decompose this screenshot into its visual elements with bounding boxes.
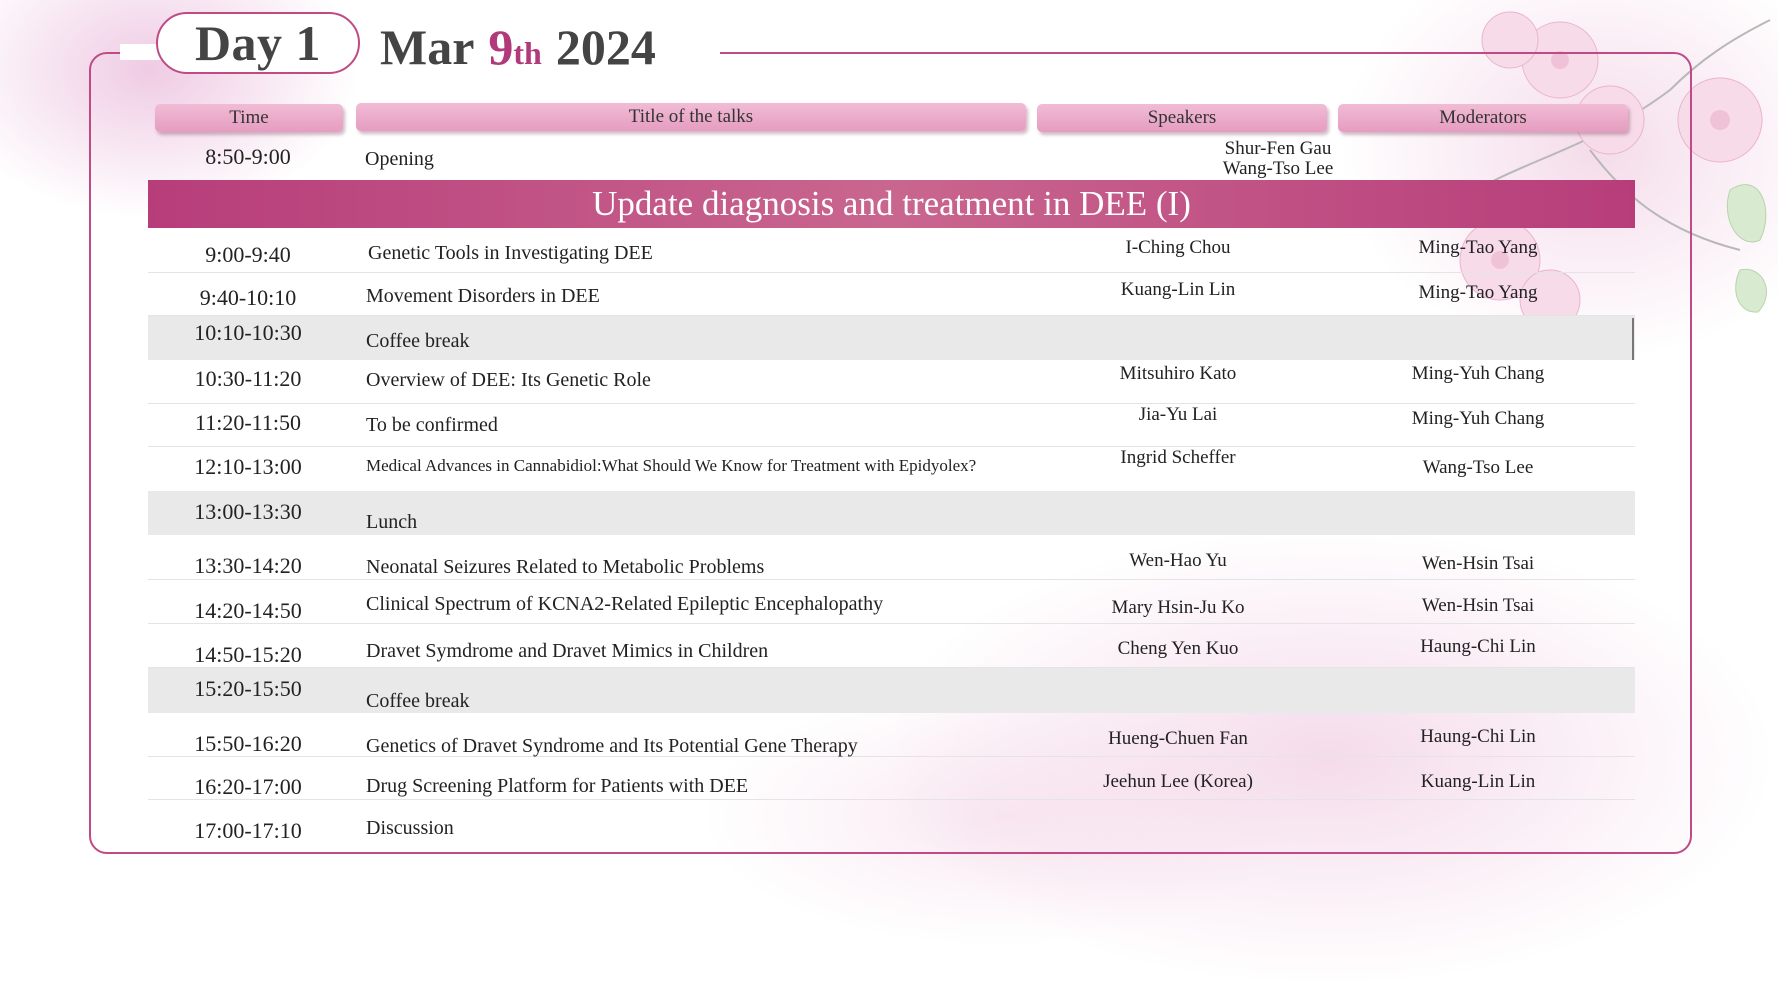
column-header-moderators: Moderators (1338, 104, 1628, 132)
schedule-row: 14:20-14:50 Clinical Spectrum of KCNA2-R… (148, 580, 1635, 624)
row-time: 10:30-11:20 (194, 366, 302, 391)
row-time: 17:00-17:10 (194, 818, 302, 843)
row-title: Medical Advances in Cannabidiol:What Sho… (366, 456, 977, 475)
opening-moderator-1: Shur-Fen Gau (1224, 138, 1332, 159)
date-year: 2024 (555, 19, 656, 75)
schedule-row-break: 13:00-13:30 Lunch (148, 491, 1635, 535)
row-time: 14:50-15:20 (194, 642, 302, 667)
row-title: Coffee break (366, 690, 470, 712)
row-speaker: Kuang-Lin Lin (1120, 279, 1236, 300)
schedule-row: 12:10-13:00 Medical Advances in Cannabid… (148, 447, 1635, 489)
row-speaker: Jeehun Lee (Korea) (1103, 771, 1253, 792)
row-title: Genetics of Dravet Syndrome and Its Pote… (366, 735, 858, 757)
row-time: 12:10-13:00 (194, 454, 302, 479)
row-time: 15:50-16:20 (194, 731, 302, 756)
schedule-row: 13:30-14:20 Neonatal Seizures Related to… (148, 536, 1635, 580)
schedule-row: 10:30-11:20 Overview of DEE: Its Genetic… (148, 361, 1635, 404)
schedule-row: 9:00-9:40 Genetic Tools in Investigating… (148, 230, 1635, 273)
row-moderator: Ming-Tao Yang (1418, 237, 1538, 258)
column-header-speakers: Speakers (1037, 104, 1327, 132)
row-speaker: I-Ching Chou (1125, 237, 1231, 258)
row-title: Movement Disorders in DEE (366, 285, 600, 307)
row-moderator: Ming-Tao Yang (1418, 282, 1538, 303)
row-title: Opening (365, 148, 434, 170)
row-speaker: Mitsuhiro Kato (1119, 363, 1237, 384)
row-title: Neonatal Seizures Related to Metabolic P… (366, 556, 765, 578)
day-badge: Day 1 (156, 12, 360, 74)
row-speaker: Jia-Yu Lai (1138, 404, 1218, 425)
schedule-row: 9:40-10:10 Movement Disorders in DEE Kua… (148, 273, 1635, 316)
section-banner: Update diagnosis and treatment in DEE (I… (148, 180, 1635, 228)
schedule-row: 15:50-16:20 Genetics of Dravet Syndrome … (148, 714, 1635, 757)
opening-moderator-2: Wang-Tso Lee (1222, 158, 1334, 179)
row-time: 16:20-17:00 (194, 774, 302, 799)
row-time: 8:50-9:00 (205, 144, 291, 169)
schedule-row: 11:20-11:50 To be confirmed Jia-Yu Lai M… (148, 404, 1635, 447)
row-speaker: Mary Hsin-Ju Ko (1111, 597, 1245, 618)
row-title: Overview of DEE: Its Genetic Role (366, 369, 651, 391)
date-month: Mar (380, 19, 475, 75)
row-moderator: Ming-Yuh Chang (1411, 363, 1545, 384)
row-time: 11:20-11:50 (195, 410, 301, 435)
row-time: 15:20-15:50 (194, 676, 302, 701)
schedule-row-break: 15:20-15:50 Coffee break (148, 668, 1635, 713)
day-label: Day 1 (194, 15, 322, 71)
row-moderator: Haung-Chi Lin (1420, 636, 1536, 657)
schedule-row: 17:00-17:10 Discussion (148, 800, 1635, 846)
row-moderator: Kuang-Lin Lin (1420, 771, 1536, 792)
row-moderator: Wang-Tso Lee (1422, 457, 1534, 478)
row-speaker: Cheng Yen Kuo (1117, 638, 1239, 659)
date-day: 9 (488, 19, 514, 75)
date-day-suffix: th (513, 35, 542, 71)
row-title: Coffee break (366, 330, 470, 352)
schedule-row: 16:20-17:00 Drug Screening Platform for … (148, 757, 1635, 800)
row-time: 9:40-10:10 (199, 285, 297, 310)
row-time: 14:20-14:50 (194, 598, 302, 623)
row-title: Genetic Tools in Investigating DEE (368, 242, 653, 264)
row-time: 13:30-14:20 (194, 553, 302, 578)
row-title: Lunch (366, 511, 418, 533)
date-title: Mar 9th 2024 (380, 18, 656, 78)
row-time: 9:00-9:40 (205, 242, 291, 267)
row-title: Clinical Spectrum of KCNA2-Related Epile… (366, 593, 884, 615)
row-moderator: Ming-Yuh Chang (1411, 408, 1545, 429)
row-moderator: Wen-Hsin Tsai (1421, 553, 1535, 574)
row-speaker: Wen-Hao Yu (1129, 550, 1227, 571)
row-time: 13:00-13:30 (194, 499, 302, 524)
row-moderator: Haung-Chi Lin (1420, 726, 1536, 747)
row-title: Drug Screening Platform for Patients wit… (366, 775, 749, 797)
schedule-row-break: 10:10-10:30 Coffee break (148, 316, 1635, 360)
row-title: Discussion (366, 817, 454, 839)
schedule-row-opening: 8:50-9:00 Opening Shur-Fen Gau Wang-Tso … (148, 138, 1635, 180)
row-time: 10:10-10:30 (194, 320, 302, 345)
row-speaker: Ingrid Scheffer (1120, 447, 1236, 468)
row-speaker: Hueng-Chuen Fan (1108, 728, 1248, 749)
row-moderator: Wen-Hsin Tsai (1421, 595, 1535, 616)
row-title: To be confirmed (366, 414, 498, 436)
column-header-time: Time (155, 104, 343, 132)
schedule-row: 14:50-15:20 Dravet Symdrome and Dravet M… (148, 624, 1635, 668)
row-title: Dravet Symdrome and Dravet Mimics in Chi… (366, 640, 769, 662)
column-header-title: Title of the talks (356, 103, 1026, 131)
